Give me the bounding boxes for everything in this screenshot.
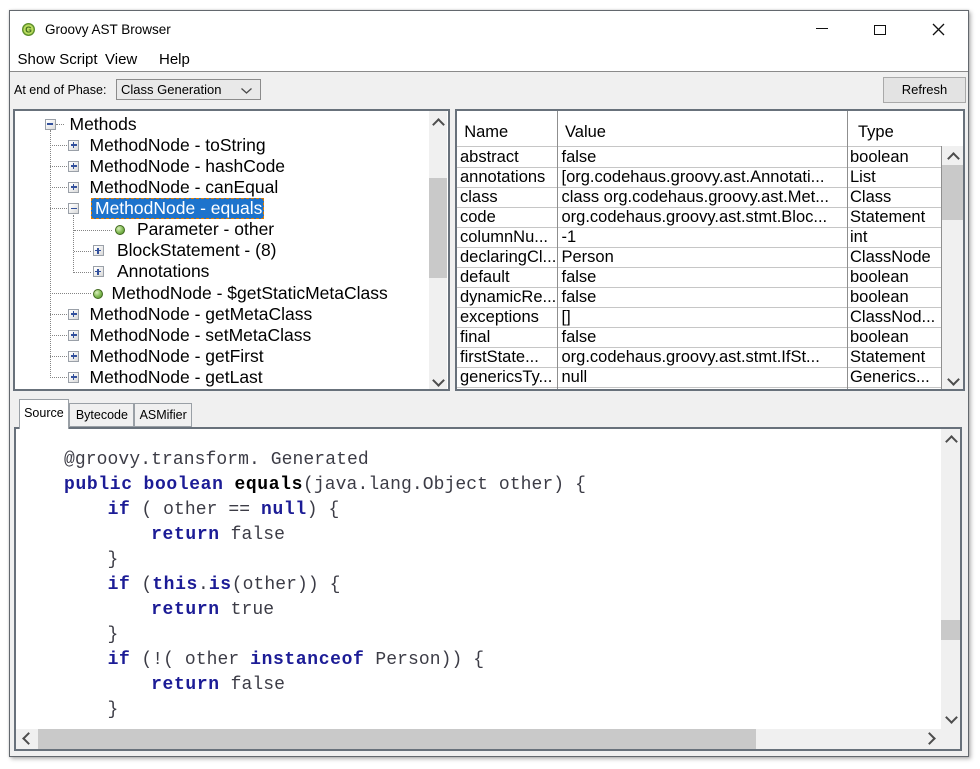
svg-text:G: G: [25, 25, 32, 35]
